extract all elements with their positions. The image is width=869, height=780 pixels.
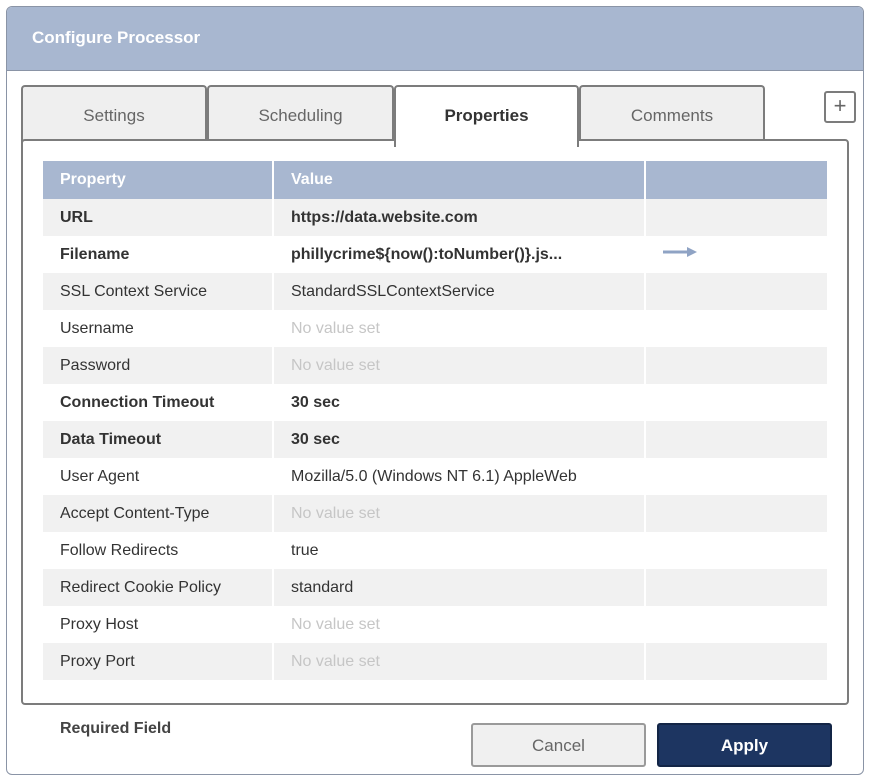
table-row[interactable]: SSL Context Service StandardSSLContextSer… [43, 273, 829, 310]
table-row[interactable]: Username No value set [43, 310, 829, 347]
property-value[interactable]: Mozilla/5.0 (Windows NT 6.1) AppleWeb [273, 458, 646, 495]
property-actions [645, 532, 829, 569]
properties-panel: Property Value URL https://data.website.c… [21, 139, 849, 705]
property-actions [645, 310, 829, 347]
table-row[interactable]: URL https://data.website.com [43, 199, 829, 236]
property-actions [645, 495, 829, 532]
property-name: Proxy Host [43, 606, 274, 643]
property-name: Password [43, 347, 274, 384]
table-row[interactable]: Connection Timeout 30 sec [43, 384, 829, 421]
property-actions [645, 606, 829, 643]
arrow-right-icon[interactable] [663, 245, 699, 263]
table-row[interactable]: User Agent Mozilla/5.0 (Windows NT 6.1) A… [43, 458, 829, 495]
dialog-title: Configure Processor [32, 28, 201, 47]
apply-button[interactable]: Apply [657, 723, 832, 767]
property-value[interactable]: No value set [273, 643, 646, 680]
table-row[interactable]: Accept Content-Type No value set [43, 495, 829, 532]
property-value[interactable]: No value set [273, 606, 646, 643]
tab-scheduling[interactable]: Scheduling [207, 85, 394, 143]
property-name: Follow Redirects [43, 532, 274, 569]
dialog-titlebar: Configure Processor [7, 7, 863, 71]
plus-icon: + [833, 93, 847, 118]
table-row[interactable]: Filename phillycrime${now():toNumber()}.j… [43, 236, 829, 273]
property-value[interactable]: No value set [273, 310, 646, 347]
property-name: URL [43, 199, 274, 236]
cancel-button[interactable]: Cancel [471, 723, 646, 767]
property-name: Connection Timeout [43, 384, 274, 421]
active-tab-joint [396, 139, 577, 143]
property-value[interactable]: standard [273, 569, 646, 606]
property-value[interactable]: No value set [273, 495, 646, 532]
tab-properties[interactable]: Properties [394, 85, 579, 147]
property-actions [645, 458, 829, 495]
property-value[interactable]: phillycrime${now():toNumber()}.js... [273, 236, 646, 273]
property-name: Username [43, 310, 274, 347]
property-name: Filename [43, 236, 274, 273]
column-header-actions [645, 161, 829, 199]
property-value[interactable]: 30 sec [273, 384, 646, 421]
property-name: Data Timeout [43, 421, 274, 458]
add-property-button[interactable]: + [824, 91, 856, 123]
property-actions [645, 273, 829, 310]
property-actions [645, 384, 829, 421]
column-header-value: Value [273, 161, 646, 199]
tab-comments[interactable]: Comments [579, 85, 765, 143]
column-header-property: Property [43, 161, 274, 199]
table-row[interactable]: Proxy Host No value set [43, 606, 829, 643]
property-name: Accept Content-Type [43, 495, 274, 532]
tab-settings[interactable]: Settings [21, 85, 207, 143]
properties-table-body: URL https://data.website.com Filename phill… [43, 199, 829, 680]
property-name: Proxy Port [43, 643, 274, 680]
configure-processor-dialog: Configure Processor Settings Scheduling … [6, 6, 864, 775]
property-actions [645, 643, 829, 680]
property-actions [645, 569, 829, 606]
property-value[interactable]: No value set [273, 347, 646, 384]
table-header-row: Property Value [43, 161, 829, 199]
property-actions [645, 421, 829, 458]
properties-table: Property Value URL https://data.website.c… [43, 161, 829, 680]
table-row[interactable]: Redirect Cookie Policy standard [43, 569, 829, 606]
property-actions [645, 347, 829, 384]
property-actions [645, 199, 829, 236]
property-name: Redirect Cookie Policy [43, 569, 274, 606]
table-row[interactable]: Password No value set [43, 347, 829, 384]
property-name: SSL Context Service [43, 273, 274, 310]
property-value[interactable]: StandardSSLContextService [273, 273, 646, 310]
required-field-legend: Required Field [60, 720, 172, 737]
property-value[interactable]: true [273, 532, 646, 569]
table-row[interactable]: Follow Redirects true [43, 532, 829, 569]
table-row[interactable]: Data Timeout 30 sec [43, 421, 829, 458]
property-value[interactable]: 30 sec [273, 421, 646, 458]
property-name: User Agent [43, 458, 274, 495]
table-row[interactable]: Proxy Port No value set [43, 643, 829, 680]
property-actions [645, 236, 829, 273]
property-value[interactable]: https://data.website.com [273, 199, 646, 236]
